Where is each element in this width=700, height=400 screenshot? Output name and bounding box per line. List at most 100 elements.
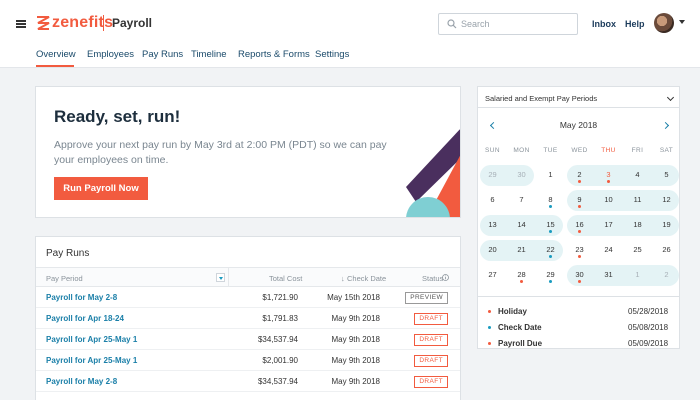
search-input[interactable] xyxy=(461,17,571,31)
calendar-day[interactable]: 30 xyxy=(507,165,536,186)
calendar-day[interactable]: 29 xyxy=(536,265,565,286)
tab-reports-forms[interactable]: Reports & Forms xyxy=(238,49,310,60)
zenefits-logo-icon[interactable] xyxy=(36,15,50,31)
calendar-day[interactable]: 27 xyxy=(478,265,507,286)
calendar-day[interactable]: 22 xyxy=(536,240,565,261)
legend-label: Payroll Due xyxy=(498,339,543,348)
calendar-day[interactable]: 2 xyxy=(565,165,594,186)
column-pay-period[interactable]: Pay Period xyxy=(46,274,83,283)
run-payroll-card: Ready, set, run! Approve your next pay r… xyxy=(35,86,461,218)
table-row[interactable]: Payroll for Apr 25-May 1 $34,537.94 May … xyxy=(36,330,460,350)
help-link[interactable]: Help xyxy=(625,19,645,29)
calendar-day[interactable]: 5 xyxy=(652,165,679,186)
pay-period-select[interactable]: Salaried and Exempt Pay Periods xyxy=(478,87,679,108)
calendar-day[interactable]: 11 xyxy=(623,190,652,211)
pay-period-select-label: Salaried and Exempt Pay Periods xyxy=(485,94,598,103)
run-payroll-now-button[interactable]: Run Payroll Now xyxy=(54,177,148,200)
pay-period-link[interactable]: Payroll for Apr 25-May 1 xyxy=(46,335,137,344)
legend-dot xyxy=(488,342,491,345)
calendar-day[interactable]: 4 xyxy=(623,165,652,186)
status-badge: DRAFT xyxy=(414,313,448,325)
calendar-day[interactable]: 16 xyxy=(565,215,594,236)
chevron-down-icon[interactable] xyxy=(666,93,675,102)
calendar-day[interactable]: 15 xyxy=(536,215,565,236)
tab-overview[interactable]: Overview xyxy=(36,49,76,60)
calendar-day[interactable]: 13 xyxy=(478,215,507,236)
column-total-cost[interactable]: Total Cost xyxy=(269,274,302,283)
weekday-label: THU xyxy=(601,147,616,154)
menu-icon[interactable] xyxy=(16,20,26,28)
calendar-day[interactable]: 2 xyxy=(652,265,679,286)
calendar-day[interactable]: 1 xyxy=(536,165,565,186)
chevron-down-icon[interactable] xyxy=(679,20,685,24)
check-date: May 9th 2018 xyxy=(331,356,380,365)
calendar-day[interactable]: 30 xyxy=(565,265,594,286)
inbox-link[interactable]: Inbox xyxy=(592,19,616,29)
table-row[interactable]: Payroll for Apr 18-24 $1,791.83 May 9th … xyxy=(36,309,460,329)
status-badge: DRAFT xyxy=(414,376,448,388)
calendar-day[interactable]: 20 xyxy=(478,240,507,261)
pay-runs-title: Pay Runs xyxy=(46,248,90,259)
calendar-day[interactable]: 3 xyxy=(594,165,623,186)
pay-period-link[interactable]: Payroll for Apr 25-May 1 xyxy=(46,356,137,365)
calendar-day[interactable]: 7 xyxy=(507,190,536,211)
check-date: May 9th 2018 xyxy=(331,377,380,386)
weekday-label: TUE xyxy=(543,147,558,154)
tab-employees[interactable]: Employees xyxy=(87,49,134,60)
calendar-day[interactable]: 24 xyxy=(594,240,623,261)
calendar-day[interactable]: 21 xyxy=(507,240,536,261)
event-dot xyxy=(520,280,523,283)
calendar-day[interactable]: 26 xyxy=(652,240,679,261)
calendar-day[interactable]: 18 xyxy=(623,215,652,236)
calendar-day[interactable]: 8 xyxy=(536,190,565,211)
search-box[interactable] xyxy=(438,13,578,35)
event-dot xyxy=(549,280,552,283)
status-badge: PREVIEW xyxy=(405,292,448,304)
brand-divider xyxy=(103,15,104,31)
event-dot xyxy=(549,255,552,258)
calendar-day[interactable]: 14 xyxy=(507,215,536,236)
pay-period-link[interactable]: Payroll for May 2-8 xyxy=(46,377,117,386)
pay-runs-card: Pay Runs Pay Period Total Cost ↓ Check D… xyxy=(35,236,461,400)
calendar-day[interactable]: 19 xyxy=(652,215,679,236)
calendar-day[interactable]: 29 xyxy=(478,165,507,186)
calendar-day[interactable]: 12 xyxy=(652,190,679,211)
user-avatar[interactable] xyxy=(654,13,674,33)
total-cost: $2,001.90 xyxy=(262,356,298,365)
legend-dot xyxy=(488,310,491,313)
weekday-header: SUN MON TUE WED THU FRI SAT xyxy=(478,147,679,157)
tab-pay-runs[interactable]: Pay Runs xyxy=(142,49,183,60)
calendar-day[interactable]: 28 xyxy=(507,265,536,286)
active-tab-indicator xyxy=(36,65,74,67)
calendar-day[interactable]: 6 xyxy=(478,190,507,211)
calendar-day[interactable]: 25 xyxy=(623,240,652,261)
info-icon[interactable] xyxy=(442,274,449,281)
check-date: May 9th 2018 xyxy=(331,335,380,344)
table-row[interactable]: Payroll for May 2-8 $34,537.94 May 9th 2… xyxy=(36,372,460,392)
tab-settings[interactable]: Settings xyxy=(315,49,349,60)
legend-date: 05/28/2018 xyxy=(628,307,669,316)
calendar-day[interactable]: 1 xyxy=(623,265,652,286)
calendar-day[interactable]: 9 xyxy=(565,190,594,211)
weekday-label: MON xyxy=(513,147,530,154)
event-dot xyxy=(578,280,581,283)
calendar-day[interactable]: 10 xyxy=(594,190,623,211)
pay-period-link[interactable]: Payroll for May 2-8 xyxy=(46,293,117,302)
calendar-day[interactable]: 31 xyxy=(594,265,623,286)
column-check-date[interactable]: Check Date xyxy=(347,274,386,283)
column-status[interactable]: Status xyxy=(422,274,443,283)
legend-label: Holiday xyxy=(498,307,527,316)
calendar-legend: Holiday 05/28/2018 Check Date 05/08/2018 Pay… xyxy=(478,296,679,348)
event-dot xyxy=(549,230,552,233)
calendar-day[interactable]: 17 xyxy=(594,215,623,236)
pay-period-link[interactable]: Payroll for Apr 18-24 xyxy=(46,314,124,323)
event-dot xyxy=(607,180,610,183)
tab-timeline[interactable]: Timeline xyxy=(191,49,227,60)
legend-item: Payroll Due 05/09/2018 xyxy=(478,337,679,348)
table-row[interactable]: Payroll for May 2-8 $1,721.90 May 15th 2… xyxy=(36,288,460,308)
chevron-down-icon[interactable] xyxy=(216,273,225,282)
sort-arrow-icon[interactable]: ↓ xyxy=(341,274,345,283)
table-row[interactable]: Payroll for Apr 25-May 1 $2,001.90 May 9… xyxy=(36,351,460,371)
pay-period-calendar: Salaried and Exempt Pay Periods May 2018… xyxy=(477,86,680,349)
calendar-day[interactable]: 23 xyxy=(565,240,594,261)
